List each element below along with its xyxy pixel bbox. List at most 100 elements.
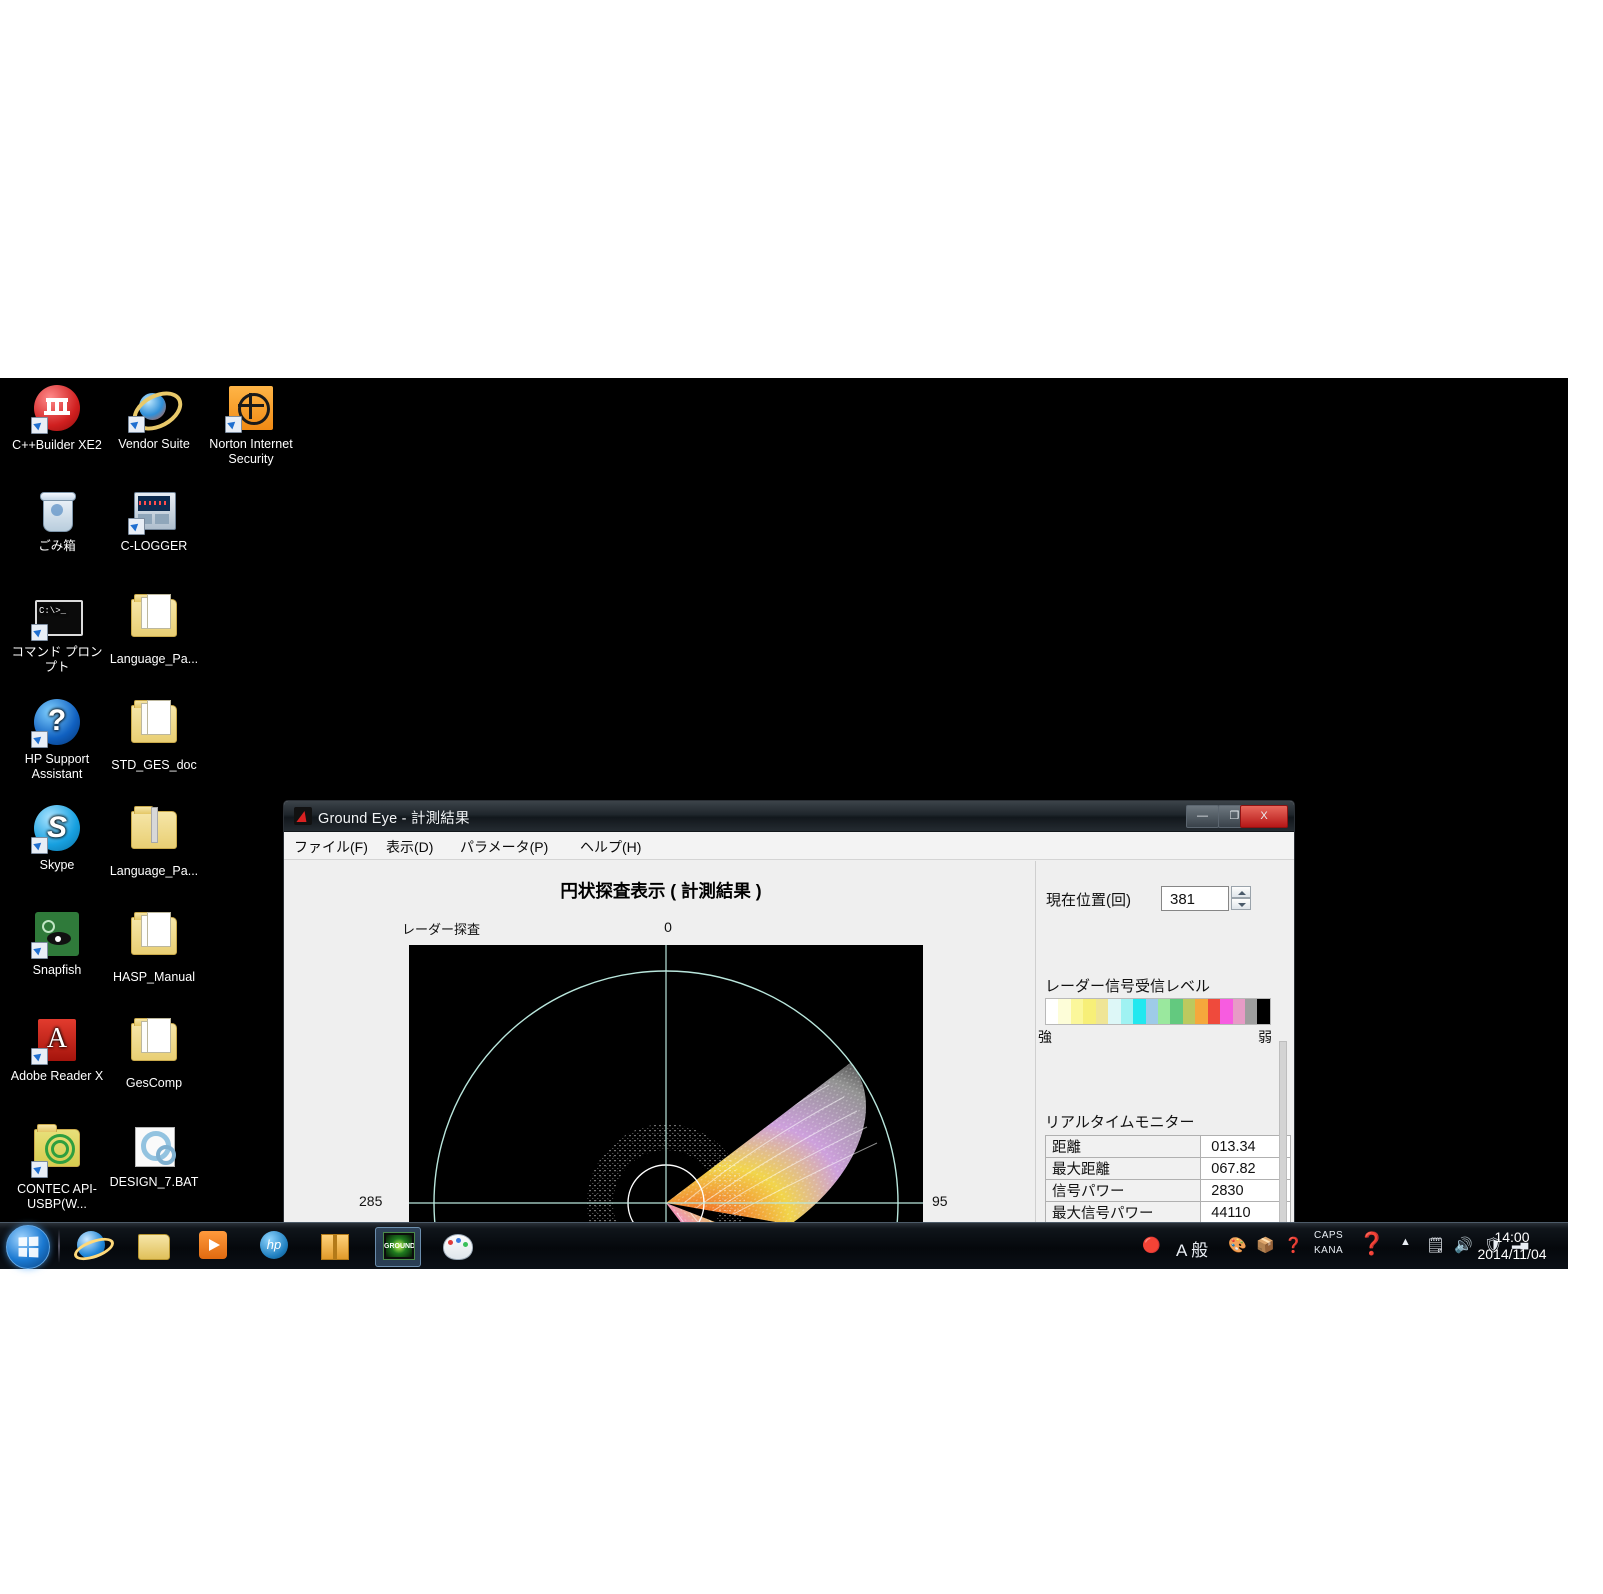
signal-level-legend-label: レーダー信号受信レベル [1045, 978, 1211, 995]
shortcut-arrow-icon [128, 518, 145, 535]
desktop-icon-language-pack-2[interactable]: Language_Pa... [105, 804, 203, 879]
monitor-value-2: 2830 [1200, 1179, 1291, 1202]
menu-view[interactable]: 表示(D) [386, 837, 433, 857]
desktop-icon-std-ges-doc[interactable]: STD_GES_doc [105, 698, 203, 773]
ground-eye-window[interactable]: Ground Eye - 計測結果 — ❐ X ファイル(F) 表示(D) パラ… [283, 800, 1295, 1268]
desktop-icon-label: Language_Pa... [109, 652, 199, 666]
ime-help-icon[interactable]: ❓ [1284, 1236, 1303, 1254]
norton-security-icon [225, 384, 275, 433]
radar-scan-label: レーダー探査 [402, 922, 481, 937]
desktop-icon-command-prompt[interactable]: C:\>_ コマンド プロンプト [8, 592, 106, 675]
ime-mode-indicator[interactable]: A 般 [1176, 1236, 1208, 1261]
minimize-button[interactable]: — [1186, 805, 1219, 828]
ime-dictionary-icon[interactable]: 📦 [1256, 1236, 1275, 1254]
desktop-icon-label: Skype [39, 858, 75, 872]
menu-help[interactable]: ヘルプ(H) [580, 837, 641, 857]
bank-icon [31, 385, 81, 434]
colorbar-strong-label: 強 [1038, 1029, 1052, 1045]
colorbar-swatch-8 [1145, 999, 1158, 1024]
media-player-icon [199, 1231, 229, 1261]
colorbar-swatch-13 [1207, 999, 1221, 1024]
taskbar-media-player[interactable] [192, 1227, 236, 1265]
shortcut-arrow-icon [128, 416, 145, 433]
axis-label-right: 95 [932, 1193, 948, 1209]
desktop-icon-hasp-manual[interactable]: HASP_Manual [105, 910, 203, 985]
monitor-key-0: 距離 [1044, 1135, 1202, 1158]
desktop-icon-snapfish[interactable]: Snapfish [8, 910, 106, 978]
close-glyph: X [1260, 810, 1268, 822]
colorbar-swatch-5 [1108, 999, 1121, 1024]
window-client-area: 円状探査表示 ( 計測結果 ) レーダー探査 0 95 285 現在位置(回) … [287, 861, 1291, 1268]
taskbar-paint[interactable] [436, 1227, 480, 1265]
desktop-icon-hp-support[interactable]: ? HP Support Assistant [8, 698, 106, 782]
folder-icon [130, 1018, 178, 1071]
desktop-icon-label: Language_Pa... [109, 864, 199, 878]
start-button[interactable] [6, 1225, 50, 1269]
internet-explorer-icon [71, 1231, 117, 1265]
zipped-folder-icon [130, 806, 178, 859]
desktop[interactable]: C++Builder XE2 Vendor Suite Norton Interne… [0, 378, 1568, 1268]
hp-support-icon: ? [31, 699, 81, 748]
close-button[interactable]: X [1240, 805, 1288, 828]
taskbar-ground-eye[interactable]: GROUND [375, 1227, 421, 1267]
monitor-key-1: 最大距離 [1044, 1157, 1202, 1180]
kana-indicator[interactable]: KANA [1314, 1245, 1343, 1256]
taskbar-misc-app[interactable] [314, 1227, 358, 1265]
adobe-reader-icon: A [31, 1016, 81, 1065]
spinner-down-icon[interactable] [1231, 898, 1251, 910]
desktop-icon-clogger[interactable]: C-LOGGER [105, 486, 203, 554]
desktop-icon-language-pack-1[interactable]: Language_Pa... [105, 592, 203, 667]
batch-file-icon [130, 1122, 178, 1170]
table-row: 最大距離 067.82 [1044, 1157, 1291, 1180]
shortcut-arrow-icon [31, 942, 48, 959]
menu-file[interactable]: ファイル(F) [294, 837, 368, 857]
caps-indicator[interactable]: CAPS [1314, 1230, 1343, 1241]
shortcut-arrow-icon [31, 417, 48, 434]
action-center-icon[interactable]: 🗒 [1426, 1236, 1445, 1254]
taskbar[interactable]: hp GROUND 🔴 A 般 🎨 📦 ❓ CAPS KANA ❓ ▲ 🗒 🔊 🛡… [0, 1222, 1568, 1269]
desktop-icon-label: C++Builder XE2 [12, 438, 102, 452]
hp-icon: hp [260, 1231, 290, 1261]
table-row: 距離 013.34 [1044, 1135, 1291, 1158]
system-tray[interactable]: 🔴 A 般 🎨 📦 ❓ CAPS KANA ❓ ▲ 🗒 🔊 🛡 ▂▄ 14:00… [1128, 1223, 1568, 1269]
paint-palette-icon [443, 1231, 473, 1261]
desktop-icon-vendor-suite[interactable]: Vendor Suite [105, 383, 203, 452]
desktop-icon-contec[interactable]: CONTEC API-USBP(W... [8, 1122, 106, 1212]
desktop-icon-label: STD_GES_doc [111, 758, 197, 772]
shortcut-arrow-icon [31, 1048, 48, 1065]
desktop-icon-label: HASP_Manual [113, 970, 195, 984]
desktop-icon-adobe-reader[interactable]: A Adobe Reader X [8, 1016, 106, 1084]
desktop-icon-label: Adobe Reader X [10, 1069, 104, 1083]
shortcut-arrow-icon [31, 624, 48, 641]
desktop-icon-skype[interactable]: S Skype [8, 804, 106, 873]
desktop-icon-label: DESIGN_7.BAT [109, 1175, 199, 1189]
polar-radar-plot[interactable] [409, 945, 923, 1268]
colorbar-swatch-17 [1257, 999, 1270, 1024]
show-hidden-icons-icon[interactable]: ▲ [1400, 1236, 1411, 1248]
colorbar-swatch-15 [1232, 999, 1245, 1024]
taskbar-explorer[interactable] [131, 1227, 175, 1265]
window-title-bar[interactable]: Ground Eye - 計測結果 — ❐ X [284, 801, 1294, 832]
folder-icon [130, 594, 178, 647]
current-position-spinner[interactable] [1231, 886, 1251, 911]
taskbar-internet-explorer[interactable] [70, 1227, 117, 1265]
desktop-icon-cppbuilder[interactable]: C++Builder XE2 [8, 384, 106, 453]
notification-balloon-icon[interactable]: 🔴 [1142, 1236, 1161, 1254]
vertical-scrollbar[interactable] [1279, 921, 1287, 1268]
taskbar-hp[interactable]: hp [253, 1227, 297, 1265]
desktop-icon-recycle-bin[interactable]: ごみ箱 [8, 486, 106, 554]
desktop-icon-norton[interactable]: Norton Internet Security [202, 384, 300, 467]
menu-bar[interactable]: ファイル(F) 表示(D) パラメータ(P) ヘルプ(H) [284, 832, 1294, 860]
desktop-icon-gescomp[interactable]: GesComp [105, 1016, 203, 1091]
desktop-icon-label: Norton Internet Security [209, 437, 293, 466]
current-position-input[interactable]: 381 [1161, 886, 1229, 911]
desktop-icon-label: Vendor Suite [118, 437, 190, 451]
clock[interactable]: 14:00 2014/11/04 [1462, 1229, 1562, 1263]
taskbar-divider [58, 1229, 60, 1263]
help-circle-icon[interactable]: ❓ [1358, 1231, 1385, 1257]
spinner-up-icon[interactable] [1231, 886, 1251, 898]
menu-parameter[interactable]: パラメータ(P) [460, 837, 548, 857]
desktop-icon-design7-bat[interactable]: DESIGN_7.BAT [105, 1122, 203, 1190]
ime-pad-icon[interactable]: 🎨 [1228, 1236, 1247, 1254]
colorbar-swatch-6 [1120, 999, 1134, 1024]
